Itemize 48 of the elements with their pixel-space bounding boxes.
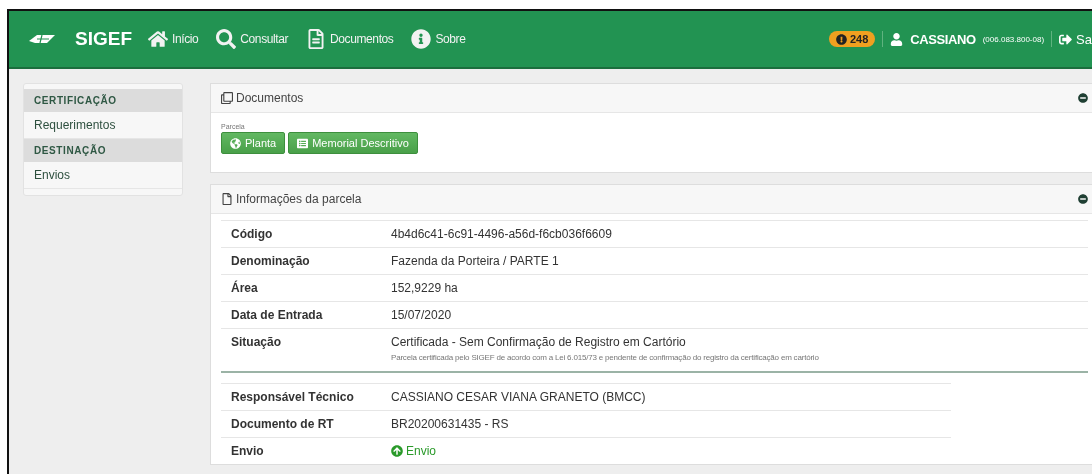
nav-link[interactable]: Documentos	[306, 29, 394, 49]
field-note: Parcela certificada pelo SIGEF de acordo com a Lei 6.015/73 e pendente de confirmação do registro da certificação em cartório	[391, 353, 820, 362]
field-label: Documento de RT	[231, 417, 335, 431]
logout-icon	[1059, 32, 1073, 46]
field-label: Envio	[231, 444, 265, 458]
logout-link[interactable]: Sa	[1059, 31, 1092, 47]
nav-link[interactable]: Consultar	[216, 29, 289, 49]
info-icon	[411, 29, 432, 49]
upload-icon	[391, 445, 403, 457]
field-value: 15/07/2020	[391, 308, 453, 322]
field-label: Denominação	[231, 254, 311, 268]
brand-title[interactable]: SIGEF	[75, 28, 132, 50]
home-icon	[148, 29, 168, 49]
alert-icon	[835, 33, 847, 45]
document-button[interactable]: Memorial Descritivo	[288, 132, 418, 154]
copy-icon	[221, 92, 233, 104]
field-value: Fazenda da Porteira / PARTE 1	[391, 254, 560, 268]
sidebar-item[interactable]: Envios	[24, 162, 182, 189]
document-icon	[306, 29, 327, 49]
document-button[interactable]: Planta	[221, 132, 286, 154]
field-label: Responsável Técnico	[231, 390, 355, 404]
envio-link[interactable]: Envio	[391, 444, 941, 458]
nav-link[interactable]: Início	[148, 29, 199, 49]
field-value: Certificada - Sem Confirmação de Registro em Cartório	[391, 335, 687, 349]
list-icon	[297, 137, 309, 149]
nav-link[interactable]: Sobre	[411, 29, 466, 49]
collapse-icon[interactable]	[1078, 93, 1088, 103]
sidebar-heading: DESTINAÇÃO	[24, 139, 182, 162]
logo-icon	[29, 32, 55, 46]
field-label: Data de Entrada	[231, 308, 324, 322]
panel-title: Documentos	[236, 91, 304, 105]
field-value: CASSIANO CESAR VIANA GRANETO (BMCC)	[391, 390, 647, 404]
notification-badge[interactable]: 248	[828, 31, 876, 47]
field-label: Código	[231, 227, 274, 241]
field-label: Situação	[231, 335, 282, 351]
search-icon	[216, 29, 237, 49]
field-label: Área	[231, 281, 259, 295]
collapse-icon[interactable]	[1078, 194, 1088, 204]
field-value: 152,9229 ha	[391, 281, 459, 295]
globe-icon	[230, 137, 241, 149]
sidebar-heading: CERTIFICAÇÃO	[24, 89, 182, 112]
panel-title: Informações da parcela	[236, 192, 362, 206]
field-value: BR20200631435 - RS	[391, 417, 510, 431]
user-name: CASSIANO	[910, 31, 976, 47]
file-icon	[221, 193, 233, 205]
user-icon	[890, 32, 904, 46]
field-value: 4b4d6c41-6c91-4496-a56d-f6cb036f6609	[391, 227, 613, 241]
user-id: (006.083.800-08)	[982, 34, 1045, 44]
